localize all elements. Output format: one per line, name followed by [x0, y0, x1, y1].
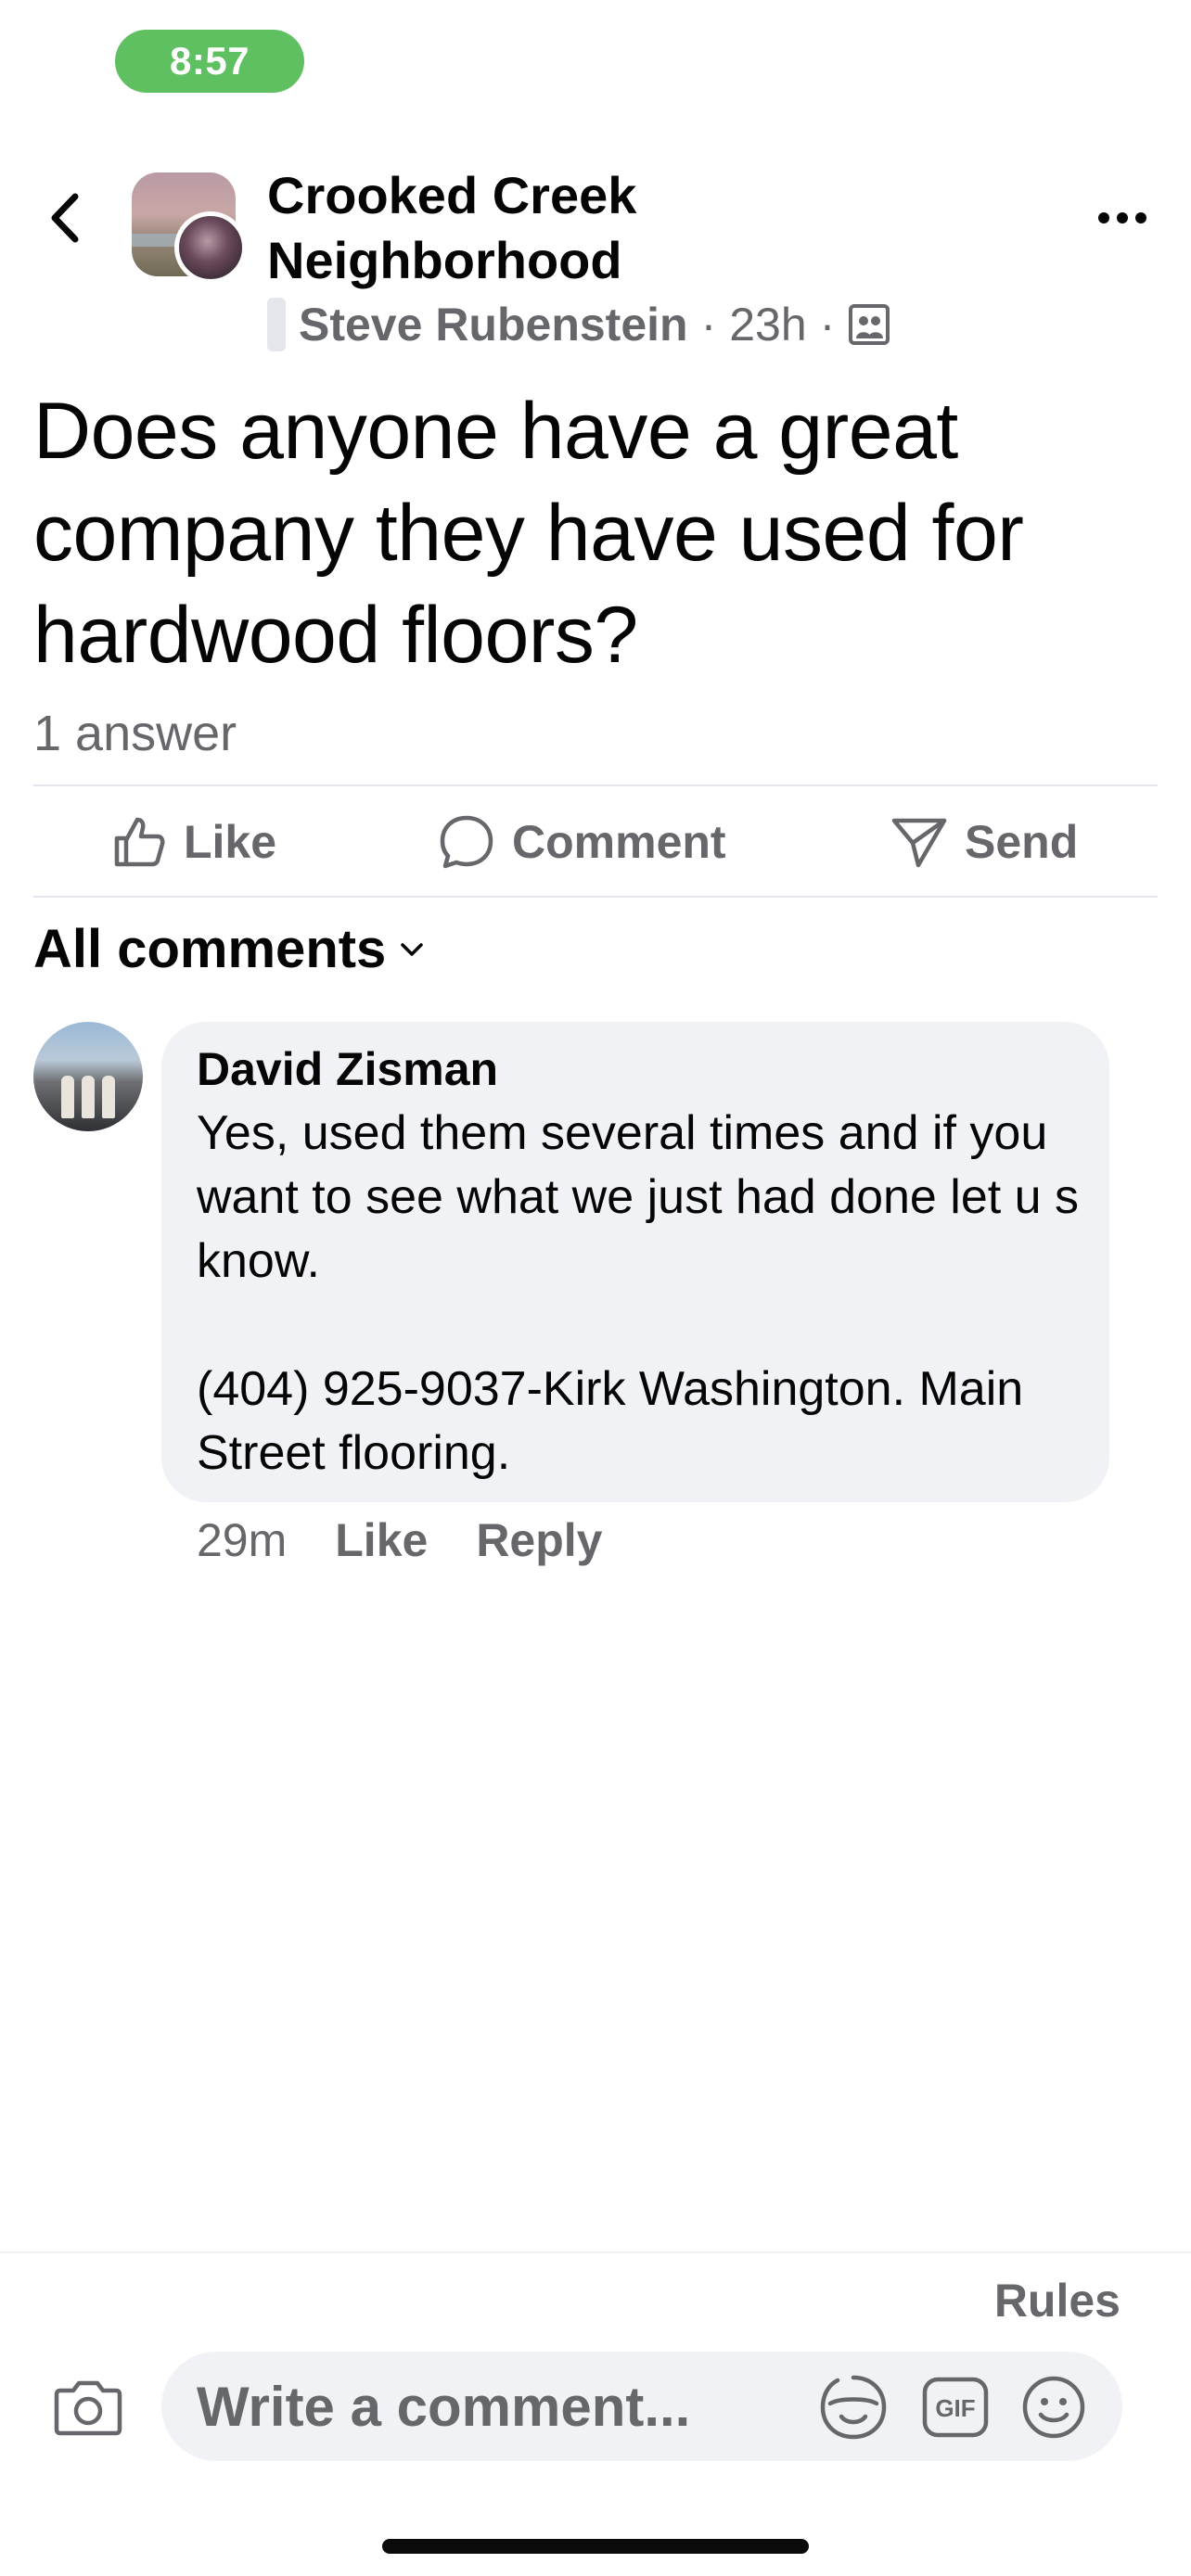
meta-separator: ·: [819, 299, 836, 351]
post-title: Does anyone have a great company they ha…: [33, 387, 1024, 680]
send-button[interactable]: Send: [890, 797, 1078, 886]
post-meta: Steve Rubenstein · 23h ·: [267, 297, 890, 352]
like-button[interactable]: Like: [111, 797, 276, 886]
divider: [33, 784, 1158, 786]
home-indicator[interactable]: [382, 2539, 809, 2554]
more-options-button[interactable]: [1095, 195, 1150, 241]
post-actions-bar: Like Comment Send: [0, 797, 1191, 886]
meta-separator: ·: [700, 299, 717, 351]
like-label: Like: [184, 816, 277, 868]
smiley-icon: [1022, 2376, 1085, 2439]
camera-button[interactable]: [48, 2374, 128, 2441]
emoji-button[interactable]: [1017, 2370, 1091, 2444]
group-name[interactable]: Crooked Creek Neighborhood: [267, 163, 787, 293]
avatar-sticker-button[interactable]: [816, 2370, 890, 2444]
comment-reply-button[interactable]: Reply: [476, 1513, 602, 1567]
post-author[interactable]: Steve Rubenstein: [299, 298, 688, 351]
send-label: Send: [965, 816, 1079, 868]
comment-like-button[interactable]: Like: [335, 1513, 428, 1567]
group-members-icon: [849, 304, 890, 345]
comment-bubble-icon: [440, 815, 493, 869]
comments-filter-dropdown[interactable]: All comments: [33, 918, 425, 980]
chevron-left-icon: [51, 193, 79, 243]
chevron-down-icon: [401, 942, 424, 956]
commenter-name[interactable]: David Zisman: [197, 1042, 498, 1096]
avatar-sticker-icon: [820, 2375, 887, 2440]
commenter-avatar[interactable]: [33, 1022, 143, 1131]
author-avatar[interactable]: [174, 211, 247, 284]
comment-time[interactable]: 29m: [197, 1513, 287, 1567]
more-horizontal-icon: [1098, 212, 1146, 223]
post-detail-screen: 8:57 Crooked Creek Neighborhood Steve Ru…: [0, 0, 1191, 2576]
comments-filter-label: All comments: [33, 919, 387, 979]
answer-count[interactable]: 1 answer: [33, 705, 237, 762]
camera-icon: [54, 2380, 122, 2436]
composer-divider: [0, 2251, 1191, 2253]
comment-button[interactable]: Comment: [438, 797, 726, 886]
divider: [33, 896, 1158, 898]
thumbs-up-icon: [114, 817, 165, 867]
status-time: 8:57: [115, 30, 304, 93]
gif-text: GIF: [935, 2394, 975, 2422]
gif-icon: GIF: [922, 2377, 989, 2438]
post-time[interactable]: 23h: [729, 298, 806, 351]
gif-button[interactable]: GIF: [918, 2370, 992, 2444]
comment-label: Comment: [512, 816, 726, 868]
back-button[interactable]: [37, 185, 93, 250]
comment-text: Yes, used them several times and if you …: [197, 1106, 1080, 1480]
meta-bar: [267, 298, 286, 351]
rules-link[interactable]: Rules: [994, 2274, 1121, 2327]
send-icon: [891, 818, 947, 868]
comment-meta: 29m Like Reply: [197, 1513, 603, 1567]
